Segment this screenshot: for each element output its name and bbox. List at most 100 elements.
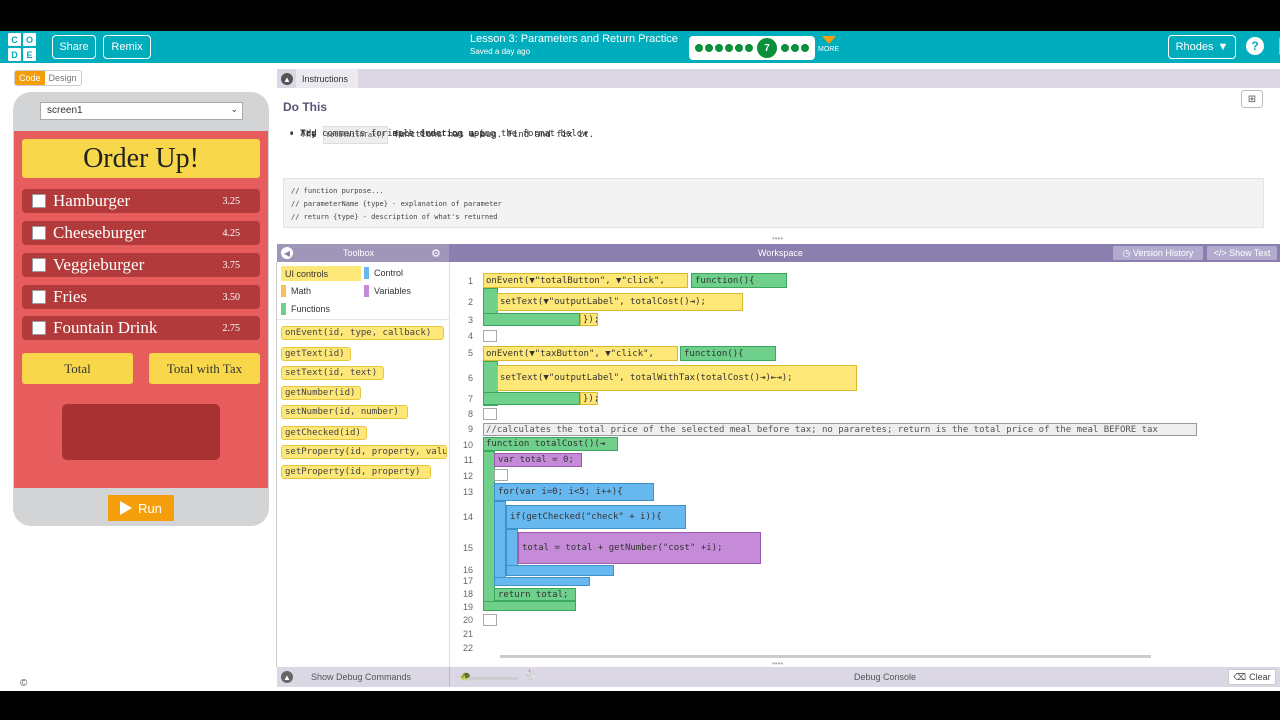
checkbox[interactable] [32, 258, 46, 272]
level-dot[interactable] [791, 44, 799, 52]
palette-block[interactable]: getNumber(id) [281, 386, 361, 400]
divider [277, 319, 449, 320]
palette-block[interactable]: setNumber(id, number) [281, 405, 408, 419]
show-debug-commands[interactable]: Show Debug Commands [311, 672, 411, 682]
divider [276, 262, 277, 667]
total-with-tax-button[interactable]: Total with Tax [149, 353, 260, 384]
horizontal-scrollbar[interactable] [500, 655, 1151, 658]
code-block-settext[interactable]: setText(▼"outputLabel", totalCost()⇥); [497, 293, 743, 311]
palette-block[interactable]: getText(id) [281, 347, 351, 361]
level-dot[interactable] [705, 44, 713, 52]
checkbox[interactable] [32, 321, 46, 335]
help-icon[interactable]: ? [1246, 37, 1264, 55]
category-variables[interactable]: Variables [364, 285, 411, 297]
current-level[interactable]: 7 [757, 38, 777, 58]
code-mode-button[interactable]: Code [15, 71, 45, 85]
code-block-if[interactable]: if(getChecked("check" + i)){ [506, 505, 686, 529]
code-block-return[interactable]: return total; [494, 588, 576, 601]
collapse-debug-icon[interactable]: ▲ [281, 671, 293, 683]
checkbox[interactable] [32, 290, 46, 304]
level-dot[interactable] [745, 44, 753, 52]
code-block-settext[interactable]: setText(▼"outputLabel", totalWithTax(tot… [497, 365, 857, 391]
code-block-close: }); [580, 392, 599, 405]
empty-line[interactable] [494, 469, 508, 481]
copyright-icon[interactable]: © [20, 678, 27, 689]
palette-block[interactable]: setProperty(id, property, value) [281, 445, 447, 459]
line-number: 18 [462, 589, 473, 599]
level-dot[interactable] [735, 44, 743, 52]
menu-item-row[interactable]: Fries 3.50 [22, 285, 260, 309]
gear-icon[interactable]: ⚙ [431, 247, 441, 260]
bullet-text: Add comments for each function using the… [300, 129, 588, 139]
more-levels-button[interactable]: MORE [818, 36, 839, 53]
menu-item-row[interactable]: Hamburger 3.25 [22, 189, 260, 213]
debug-bar [277, 667, 1280, 687]
layout-toggle-icon[interactable]: ⊞ [1241, 90, 1263, 108]
show-text-button[interactable]: </> Show Text [1207, 246, 1277, 260]
item-name: Veggieburger [53, 255, 145, 274]
level-dot[interactable] [781, 44, 789, 52]
menu-item-row[interactable]: Fountain Drink 2.75 [22, 316, 260, 340]
run-button[interactable]: Run [108, 495, 174, 521]
palette-block[interactable]: setText(id, text) [281, 366, 384, 380]
empty-line[interactable] [483, 614, 497, 626]
resize-handle[interactable]: •••• [772, 659, 783, 668]
line-number: 8 [467, 409, 473, 419]
level-dot[interactable] [801, 44, 809, 52]
code-text: total = total + getNumber("cost" +i); [522, 543, 723, 553]
design-mode-button[interactable]: Design [44, 71, 81, 85]
line-number: 10 [462, 440, 473, 450]
code-logo[interactable]: C O D E [8, 33, 36, 61]
empty-line[interactable] [483, 330, 497, 342]
checkbox[interactable] [32, 226, 46, 240]
total-button[interactable]: Total [22, 353, 133, 384]
level-dot[interactable] [715, 44, 723, 52]
code-block-var[interactable]: var total = 0; [494, 453, 582, 467]
code-block-close: }); [580, 313, 600, 326]
menu-item-row[interactable]: Veggieburger 3.75 [22, 253, 260, 277]
code-block-function[interactable]: function(){ [691, 273, 787, 288]
level-dot[interactable] [695, 44, 703, 52]
menu-item-row[interactable]: Cheeseburger 4.25 [22, 221, 260, 245]
clear-button[interactable]: ⌫ Clear [1228, 669, 1276, 685]
code-block-function[interactable]: function(){ [680, 346, 776, 361]
collapse-header-icon[interactable]: ▕ [1270, 38, 1280, 54]
speed-slider[interactable]: 🐢 🐇 [460, 670, 536, 682]
category-functions[interactable]: Functions [281, 303, 330, 315]
collapse-toolbox-icon[interactable]: ◀ [281, 247, 293, 259]
code-comment[interactable]: //calculates the total price of the sele… [483, 423, 1197, 436]
code-block-assign[interactable]: total = total + getNumber("cost" +i); [518, 532, 761, 564]
logo-letter: O [23, 33, 36, 46]
code-block-onevent[interactable]: onEvent(▼"totalButton", ▼"click", [483, 273, 688, 288]
line-number: 21 [462, 629, 473, 639]
checkbox[interactable] [32, 194, 46, 208]
empty-line[interactable] [483, 408, 497, 420]
screen-select-value: screen1 [47, 105, 83, 116]
category-math[interactable]: Math [281, 285, 311, 297]
category-control[interactable]: Control [364, 267, 403, 279]
code-block-for[interactable]: for(var i=0; i<5; i++){ [494, 483, 654, 501]
divider [449, 667, 450, 687]
logo-letter: C [8, 33, 21, 46]
palette-block[interactable]: getChecked(id) [281, 426, 367, 440]
code-block-end [483, 313, 580, 326]
share-button[interactable]: Share [52, 35, 96, 59]
palette-block[interactable]: onEvent(id, type, callback) [281, 326, 444, 340]
comment-line: // function purpose... [291, 187, 384, 195]
remix-button[interactable]: Remix [103, 35, 151, 59]
line-number: 4 [467, 331, 473, 341]
version-history-button[interactable]: ◷ Version History [1113, 246, 1203, 260]
code-text: }); [583, 314, 600, 325]
palette-block[interactable]: getProperty(id, property) [281, 465, 431, 479]
screen-selector[interactable]: screen1 ⌄ [40, 102, 243, 120]
category-swatch [364, 285, 369, 297]
code-block-onevent[interactable]: onEvent(▼"taxButton", ▼"click", [483, 346, 678, 361]
resize-handle[interactable]: •••• [772, 234, 783, 243]
level-dot[interactable] [725, 44, 733, 52]
category-ui-controls[interactable]: UI controls [281, 266, 361, 281]
clear-label: Clear [1249, 672, 1271, 682]
code-block-function-def[interactable]: function totalCost()(⇥ [483, 437, 618, 451]
eraser-icon: ⌫ [1233, 671, 1247, 682]
collapse-instructions-icon[interactable]: ▲ [281, 73, 293, 85]
user-menu-button[interactable]: Rhodes ▼ [1168, 35, 1236, 59]
